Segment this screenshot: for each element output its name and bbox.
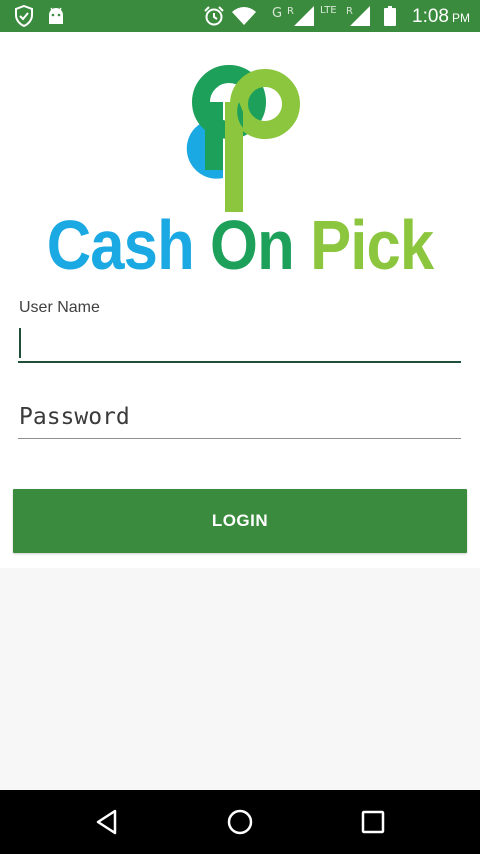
shield-check-icon xyxy=(12,0,36,32)
username-input[interactable] xyxy=(18,323,461,363)
brand-title: Cash On Pick xyxy=(29,210,451,280)
wifi-icon xyxy=(230,0,258,32)
navigation-bar xyxy=(0,790,480,854)
login-card: Cash On Pick User Name Password LOGIN xyxy=(0,32,480,568)
brand-word-on: On xyxy=(210,206,295,284)
battery-icon xyxy=(381,0,399,32)
sim2-network-label: LTE xyxy=(320,5,337,16)
text-cursor xyxy=(19,328,21,358)
clock-time: 1:08 xyxy=(412,6,449,27)
back-icon[interactable] xyxy=(67,790,147,854)
username-label: User Name xyxy=(19,299,100,316)
signal-icon xyxy=(292,0,316,32)
clock-ampm: PM xyxy=(452,11,470,25)
home-icon[interactable] xyxy=(200,790,280,854)
sim1-network-label: G xyxy=(272,6,283,21)
android-icon xyxy=(44,0,68,32)
brand-word-pick: Pick xyxy=(310,206,434,284)
alarm-icon xyxy=(201,0,227,32)
recents-icon[interactable] xyxy=(333,790,413,854)
status-bar: G R LTE R 1:08 PM xyxy=(0,0,480,32)
brand-word-cash: Cash xyxy=(46,206,195,284)
clock: 1:08 PM xyxy=(412,0,470,32)
password-placeholder: Password xyxy=(19,404,130,430)
signal-icon xyxy=(348,0,372,32)
cash-on-pick-logo xyxy=(186,65,300,212)
login-button[interactable]: LOGIN xyxy=(13,489,467,553)
